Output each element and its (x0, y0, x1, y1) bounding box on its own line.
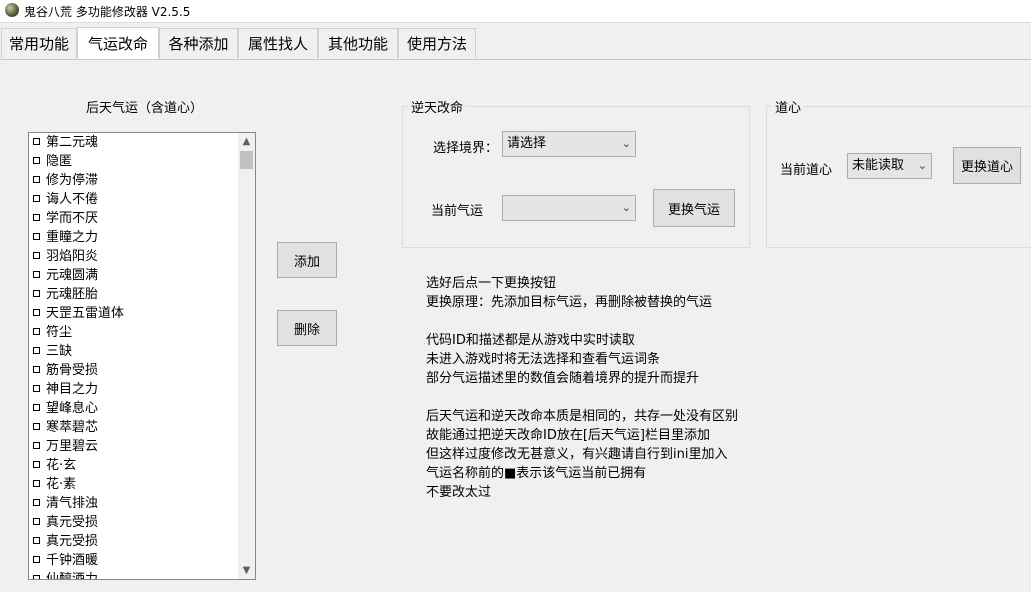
list-item[interactable]: 千钟酒暖 (29, 551, 255, 570)
checkbox-icon (33, 138, 40, 145)
current-fate-label: 当前气运 (431, 204, 484, 219)
checkbox-icon (33, 480, 40, 487)
checkbox-icon (33, 157, 40, 164)
add-button[interactable]: 添加 (277, 242, 337, 278)
checkbox-icon (33, 423, 40, 430)
checkbox-icon (33, 442, 40, 449)
change-dao-button[interactable]: 更换道心 (953, 147, 1021, 184)
checkbox-icon (33, 214, 40, 221)
list-item[interactable]: 花·玄 (29, 456, 255, 475)
instruction-line: 气运名称前的■表示该气运当前已拥有 (426, 466, 647, 481)
app-icon (5, 3, 19, 17)
tab-usage[interactable]: 使用方法 (398, 28, 476, 58)
title-bar: 鬼谷八荒 多功能修改器 V2.5.5 (0, 0, 1031, 23)
fate-change-group-title: 逆天改命 (408, 97, 467, 116)
list-item[interactable]: 花·素 (29, 475, 255, 494)
list-item[interactable]: 羽焰阳炎 (29, 247, 255, 266)
list-item[interactable]: 符尘 (29, 323, 255, 342)
checkbox-icon (33, 347, 40, 354)
checkbox-icon (33, 195, 40, 202)
list-item[interactable]: 望峰息心 (29, 399, 255, 418)
checkbox-icon (33, 537, 40, 544)
realm-label: 选择境界： (433, 141, 499, 156)
checkbox-icon (33, 404, 40, 411)
instruction-line: 更换原理：先添加目标气运，再删除被替换的气运 (426, 295, 713, 310)
list-item[interactable]: 真元受损 (29, 532, 255, 551)
tab-common[interactable]: 常用功能 (1, 28, 77, 58)
list-item[interactable]: 清气排浊 (29, 494, 255, 513)
chevron-down-icon: ⌄ (917, 159, 927, 172)
list-item[interactable]: 寒萃碧芯 (29, 418, 255, 437)
checkbox-icon (33, 499, 40, 506)
instruction-line: 未进入游戏时将无法选择和查看气运词条 (426, 352, 661, 367)
delete-button[interactable]: 删除 (277, 310, 337, 346)
instruction-line: 但这样过度修改无甚意义，有兴趣请自行到ini里加入 (426, 447, 728, 462)
list-scrollbar[interactable]: ▲ ▼ (238, 133, 255, 579)
list-item[interactable]: 三缺 (29, 342, 255, 361)
list-item[interactable]: 真元受损 (29, 513, 255, 532)
list-item[interactable]: 元魂圆满 (29, 266, 255, 285)
list-item[interactable]: 筋骨受损 (29, 361, 255, 380)
checkbox-icon (33, 461, 40, 468)
list-item[interactable]: 修为停滞 (29, 171, 255, 190)
instruction-line: 代码ID和描述都是从游戏中实时读取 (426, 333, 635, 348)
checkbox-icon (33, 309, 40, 316)
list-item[interactable]: 第二元魂 (29, 133, 255, 152)
checkbox-icon (33, 176, 40, 183)
scroll-thumb[interactable] (240, 151, 253, 169)
list-item[interactable]: 学而不厌 (29, 209, 255, 228)
realm-select-value: 请选择 (507, 136, 547, 151)
checkbox-icon (33, 290, 40, 297)
checkbox-icon (33, 575, 40, 579)
chevron-up-icon[interactable]: ▲ (238, 133, 255, 150)
window-title: 鬼谷八荒 多功能修改器 V2.5.5 (24, 5, 191, 19)
checkbox-icon (33, 271, 40, 278)
checkbox-icon (33, 328, 40, 335)
realm-select[interactable]: 请选择 ⌄ (502, 131, 636, 157)
dao-heart-select[interactable]: 未能读取 ⌄ (847, 153, 932, 179)
checkbox-icon (33, 518, 40, 525)
list-item[interactable]: 隐匿 (29, 152, 255, 171)
dao-heart-value: 未能读取 (852, 158, 905, 173)
checkbox-icon (33, 252, 40, 259)
list-item[interactable]: 天罡五雷道体 (29, 304, 255, 323)
list-items: 第二元魂 隐匿 修为停滞 诲人不倦 学而不厌 重瞳之力 羽焰阳炎 元魂圆满 元魂… (29, 133, 255, 579)
checkbox-icon (33, 233, 40, 240)
chevron-down-icon: ⌄ (621, 201, 631, 214)
list-item[interactable]: 元魂胚胎 (29, 285, 255, 304)
tab-add[interactable]: 各种添加 (159, 28, 238, 58)
tab-attributes[interactable]: 属性找人 (238, 28, 318, 58)
checkbox-icon (33, 556, 40, 563)
dao-heart-group-title: 道心 (772, 97, 805, 116)
change-fate-button[interactable]: 更换气运 (653, 189, 735, 227)
chevron-down-icon[interactable]: ▼ (238, 562, 255, 579)
tab-fate[interactable]: 气运改命 (77, 27, 159, 59)
list-item[interactable]: 万里碧云 (29, 437, 255, 456)
list-item[interactable]: 诲人不倦 (29, 190, 255, 209)
fate-list-label: 后天气运（含道心） (86, 101, 204, 116)
chevron-down-icon: ⌄ (621, 137, 631, 150)
checkbox-icon (33, 366, 40, 373)
list-item[interactable]: 神目之力 (29, 380, 255, 399)
tab-other[interactable]: 其他功能 (318, 28, 398, 58)
instruction-line: 选好后点一下更换按钮 (426, 276, 557, 291)
fate-listbox[interactable]: 第二元魂 隐匿 修为停滞 诲人不倦 学而不厌 重瞳之力 羽焰阳炎 元魂圆满 元魂… (28, 132, 256, 580)
current-fate-select[interactable]: ⌄ (502, 195, 636, 221)
checkbox-icon (33, 385, 40, 392)
list-item[interactable]: 仙醇酒力 (29, 570, 255, 579)
current-dao-label: 当前道心 (780, 163, 833, 178)
instruction-line: 部分气运描述里的数值会随着境界的提升而提升 (426, 371, 700, 386)
instruction-line: 不要改太过 (426, 485, 492, 500)
instruction-line: 后天气运和逆天改命本质是相同的，共存一处没有区别 (426, 409, 739, 424)
instruction-line: 故能通过把逆天改命ID放在[后天气运]栏目里添加 (426, 428, 710, 443)
list-item[interactable]: 重瞳之力 (29, 228, 255, 247)
tab-bar: 常用功能 气运改命 各种添加 属性找人 其他功能 使用方法 (0, 27, 1031, 60)
